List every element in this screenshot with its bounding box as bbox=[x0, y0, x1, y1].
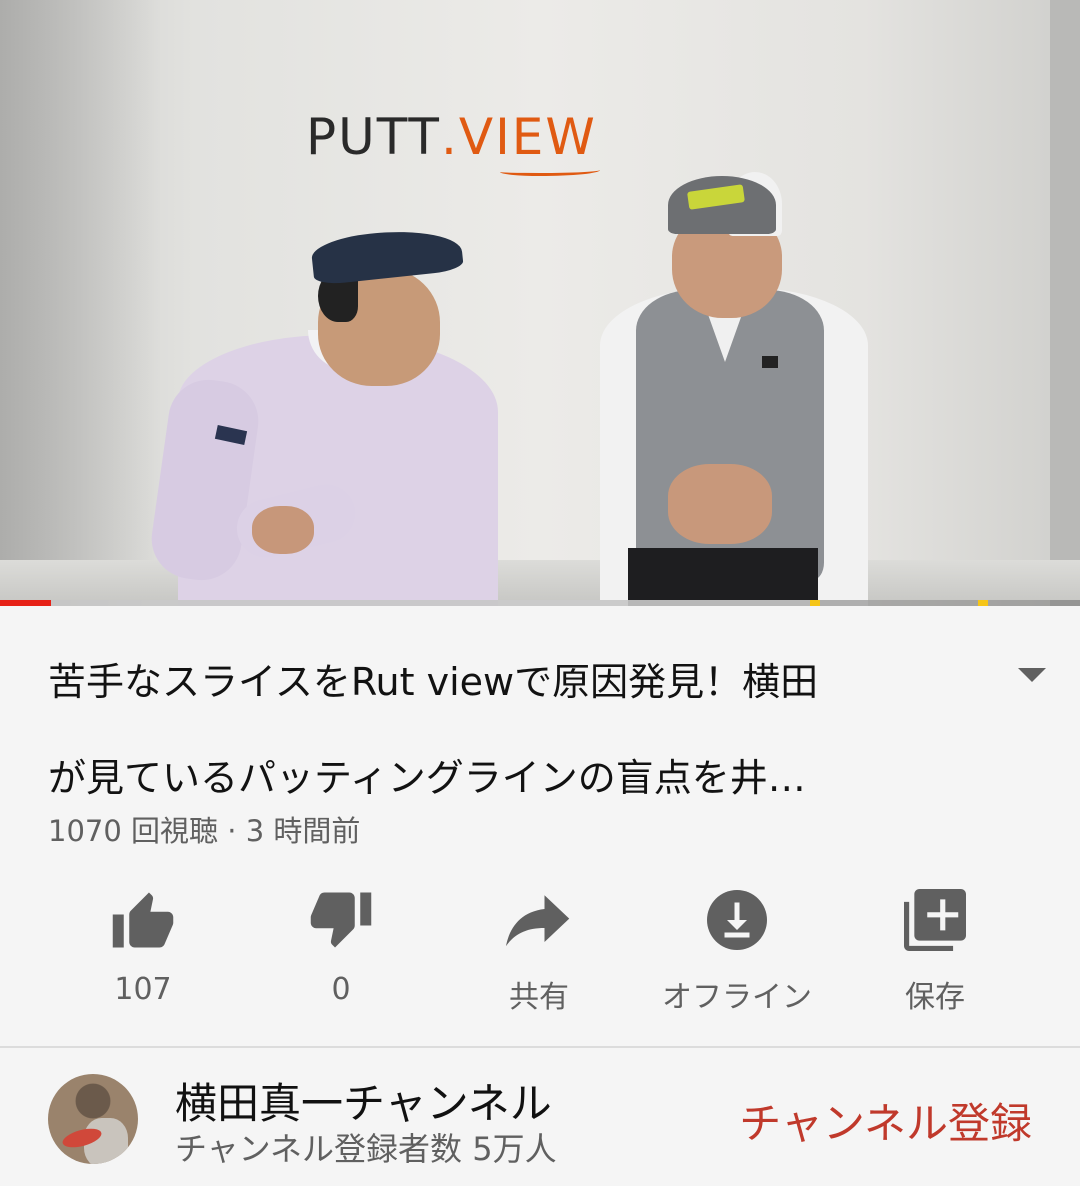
golfer-right-vest-logo bbox=[762, 356, 778, 368]
save-button[interactable]: 保存 bbox=[836, 884, 1034, 1024]
video-title-line-1: 苦手なスライスをRut viewで原因発見！横田 bbox=[48, 660, 819, 704]
subscribe-button[interactable]: チャンネル登録 bbox=[739, 1090, 1032, 1151]
channel-name[interactable]: 横田真一チャンネル bbox=[175, 1070, 552, 1131]
upload-time: 3 時間前 bbox=[245, 814, 361, 848]
logo-view-text: VIEW bbox=[458, 108, 597, 166]
offline-label: オフライン bbox=[662, 980, 812, 1015]
wall-shadow bbox=[0, 0, 160, 606]
wall-edge bbox=[1050, 0, 1080, 606]
video-info: 苦手なスライスをRut viewで原因発見！横田 が見ているパッティングラインの… bbox=[0, 606, 1080, 1186]
channel-avatar[interactable] bbox=[48, 1074, 138, 1164]
share-label: 共有 bbox=[509, 980, 569, 1015]
subscriber-count: チャンネル登録者数 5万人 bbox=[175, 1130, 557, 1168]
share-button[interactable]: 共有 bbox=[440, 884, 638, 1024]
golfer-left-visor bbox=[310, 224, 464, 286]
logo-putt-text: PUTT bbox=[306, 108, 441, 166]
logo-swoosh bbox=[500, 166, 600, 176]
like-count: 107 bbox=[114, 972, 172, 1007]
video-meta: 1070 回視聴 · 3 時間前 bbox=[48, 808, 360, 850]
golfer-right-hands bbox=[668, 464, 772, 544]
golfer-left-hand bbox=[252, 506, 314, 554]
dislike-button[interactable]: 0 bbox=[242, 884, 440, 1024]
meta-separator: · bbox=[227, 814, 237, 848]
action-bar: 107 0 共有 オフライン 保存 bbox=[44, 884, 1034, 1024]
channel-row: 横田真一チャンネル チャンネル登録者数 5万人 チャンネル登録 bbox=[0, 1048, 1080, 1186]
like-button[interactable]: 107 bbox=[44, 884, 242, 1024]
golfer-right-pants bbox=[628, 548, 818, 606]
putt-view-wall-logo: PUTT . VIEW bbox=[306, 108, 597, 166]
dislike-count: 0 bbox=[331, 972, 351, 1007]
download-icon bbox=[701, 884, 773, 956]
video-player[interactable]: PUTT . VIEW bbox=[0, 0, 1080, 606]
thumbs-down-icon bbox=[305, 884, 377, 956]
offline-download-button[interactable]: オフライン bbox=[638, 884, 836, 1024]
view-count: 1070 回視聴 bbox=[48, 814, 219, 848]
expand-description-icon[interactable] bbox=[1018, 668, 1046, 682]
video-title[interactable]: 苦手なスライスをRut viewで原因発見！横田 が見ているパッティングラインの… bbox=[48, 634, 978, 826]
logo-dot-text: . bbox=[440, 108, 459, 166]
save-label: 保存 bbox=[905, 980, 965, 1015]
add-to-playlist-icon bbox=[899, 884, 971, 956]
share-icon bbox=[503, 884, 575, 956]
thumbs-up-icon bbox=[107, 884, 179, 956]
